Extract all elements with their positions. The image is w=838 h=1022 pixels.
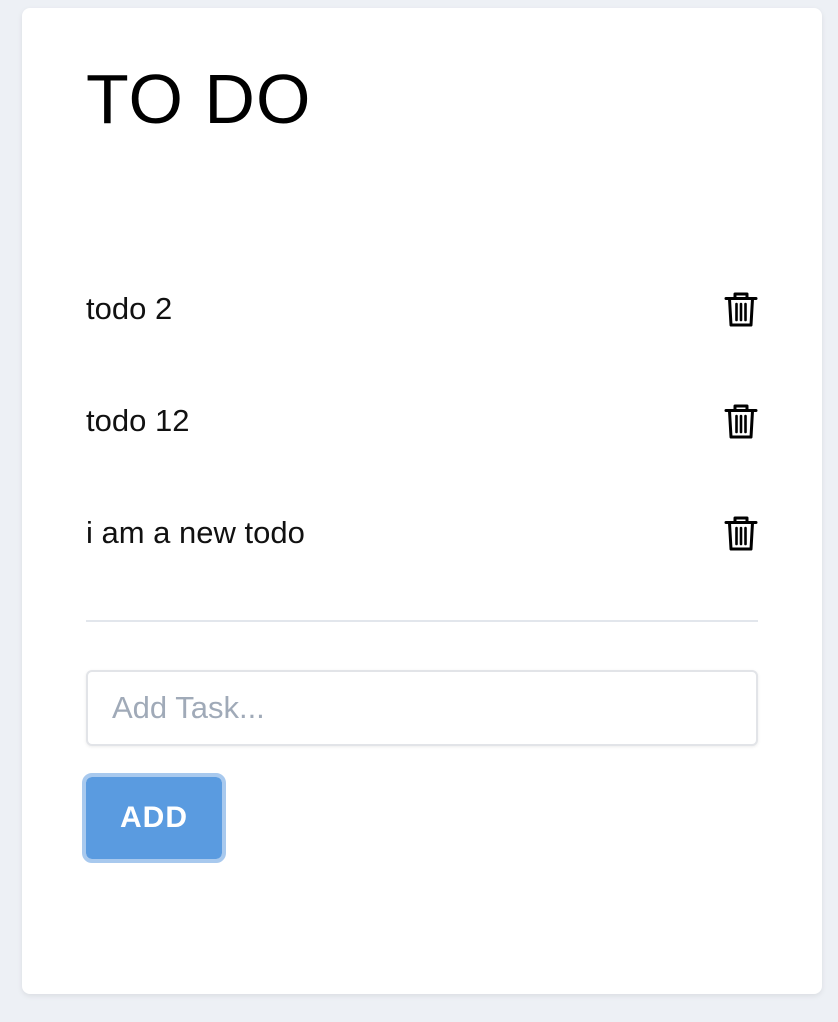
delete-todo-button[interactable] [724,404,758,440]
todo-text: i am a new todo [86,515,305,550]
todo-card: TO DO todo 2 todo 12 i am a new todo Add… [22,8,822,994]
page-title: TO DO [86,60,312,138]
trash-icon [724,404,758,439]
list-item: todo 2 [86,268,758,380]
trash-icon [724,516,758,551]
divider [86,620,758,622]
todo-list: todo 2 todo 12 i am a new todo [86,268,758,604]
add-task-input[interactable] [86,670,758,746]
todo-text: todo 12 [86,403,190,438]
list-item: todo 12 [86,380,758,492]
add-button[interactable]: ADD [82,773,226,863]
trash-icon [724,292,758,327]
list-item: i am a new todo [86,492,758,604]
todo-text: todo 2 [86,291,173,326]
delete-todo-button[interactable] [724,292,758,328]
delete-todo-button[interactable] [724,516,758,552]
